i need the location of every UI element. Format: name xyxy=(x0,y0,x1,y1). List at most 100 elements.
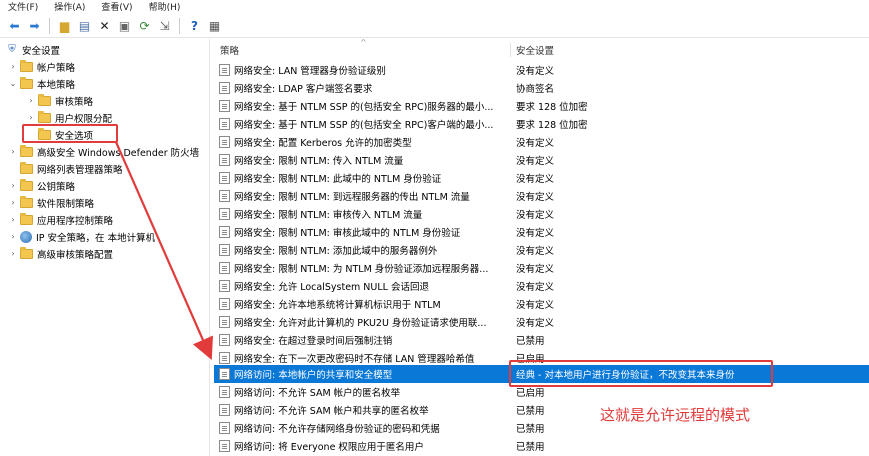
policy-name: 网络访问: 不允许 SAM 帐户和共享的匿名枚举 xyxy=(234,406,429,417)
tree-item-advanced-audit[interactable]: › 高级审核策略配置 xyxy=(8,245,113,262)
policy-name: 网络访问: 不允许存储网络身份验证的密码和凭据 xyxy=(234,424,440,435)
tree-item-local-policies[interactable]: ⌄ 本地策略 xyxy=(8,75,75,92)
tree-item-network-list-manager[interactable]: 网络列表管理器策略 xyxy=(8,160,123,177)
table-row[interactable]: 网络安全: 限制 NTLM: 为 NTLM 身份验证添加远程服务器... 没有定义 xyxy=(214,259,869,277)
table-row[interactable]: 网络访问: 不允许 SAM 帐户和共享的匿名枚举 已禁用 xyxy=(214,401,869,419)
show-hide-tree-icon[interactable]: ▤ xyxy=(76,17,93,34)
policy-setting: 没有定义 xyxy=(516,156,555,167)
chevron-right-icon[interactable]: › xyxy=(8,232,18,241)
folder-icon xyxy=(20,76,33,89)
menu-view[interactable]: 查看(V) xyxy=(101,0,132,13)
policy-icon xyxy=(219,154,230,166)
console-icon[interactable]: ▦ xyxy=(206,17,223,34)
network-globe-icon xyxy=(20,230,32,243)
policy-icon xyxy=(219,316,230,328)
table-row[interactable]: 网络安全: LDAP 客户端签名要求 协商签名 xyxy=(214,79,869,97)
chevron-down-icon[interactable]: ⌄ xyxy=(8,79,18,88)
table-row[interactable]: 网络安全: 允许 LocalSystem NULL 会话回退 没有定义 xyxy=(214,277,869,295)
chevron-right-icon[interactable]: › xyxy=(8,147,18,156)
table-row[interactable]: 网络访问: 将 Everyone 权限应用于匿名用户 已禁用 xyxy=(214,437,869,455)
chevron-right-icon[interactable]: › xyxy=(26,113,36,122)
export-icon[interactable]: ⇲ xyxy=(156,17,173,34)
table-row[interactable]: 网络安全: 允许对此计算机的 PKU2U 身份验证请求使用联... 没有定义 xyxy=(214,313,869,331)
back-icon[interactable]: ⬅ xyxy=(6,17,23,34)
table-row[interactable]: 网络安全: 允许本地系统将计算机标识用于 NTLM 没有定义 xyxy=(214,295,869,313)
policy-setting: 没有定义 xyxy=(516,192,555,203)
folder-icon xyxy=(20,59,33,72)
properties-icon[interactable]: ▣ xyxy=(116,17,133,34)
table-row[interactable]: 网络安全: 限制 NTLM: 传入 NTLM 流量 没有定义 xyxy=(214,151,869,169)
table-row[interactable]: 网络安全: 配置 Kerberos 允许的加密类型 没有定义 xyxy=(214,133,869,151)
tree-item-defender-firewall[interactable]: › 高级安全 Windows Defender 防火墙 xyxy=(8,143,199,160)
tree-item-app-control[interactable]: › 应用程序控制策略 xyxy=(8,211,113,228)
tree-label: 用户权限分配 xyxy=(55,113,113,125)
policy-icon xyxy=(219,190,230,202)
table-row[interactable]: 网络安全: 限制 NTLM: 添加此域中的服务器例外 没有定义 xyxy=(214,241,869,259)
annotation-text: 这就是允许远程的模式 xyxy=(600,406,751,424)
tree-label: 审核策略 xyxy=(55,96,94,108)
policy-setting: 协商签名 xyxy=(516,84,555,95)
policy-setting: 已禁用 xyxy=(516,442,545,453)
tree-item-ip-security[interactable]: › IP 安全策略，在 本地计算机 xyxy=(8,228,155,245)
tree-item-software-restriction[interactable]: › 软件限制策略 xyxy=(8,194,94,211)
sort-up-icon: ^ xyxy=(360,39,367,47)
tree-root-security-settings[interactable]: ⛨ 安全设置 xyxy=(4,41,60,58)
tree-label: 公钥策略 xyxy=(37,181,76,193)
policy-name: 网络安全: 限制 NTLM: 审核此域中的 NTLM 身份验证 xyxy=(234,228,461,239)
tree-item-account-policies[interactable]: › 帐户策略 xyxy=(8,58,75,75)
chevron-right-icon[interactable]: › xyxy=(8,249,18,258)
toolbar: ⬅ ➡ ▆ ▤ ✕ ▣ ⟳ ⇲ ? ▦ xyxy=(0,14,869,38)
menu-action[interactable]: 操作(A) xyxy=(54,0,85,13)
shield-icon: ⛨ xyxy=(8,44,16,55)
delete-icon[interactable]: ✕ xyxy=(96,17,113,34)
tree-item-audit-policy[interactable]: › 审核策略 xyxy=(26,92,93,109)
refresh-icon[interactable]: ⟳ xyxy=(136,17,153,34)
policy-list: ^ 策略 安全设置 网络安全: LAN 管理器身份验证级别 没有定义 网络安全: … xyxy=(214,39,869,456)
tree-label: 帐户策略 xyxy=(37,62,76,74)
table-row[interactable]: 网络访问: 不允许存储网络身份验证的密码和凭据 已禁用 xyxy=(214,419,869,437)
policy-icon xyxy=(219,208,230,220)
table-row[interactable]: 网络安全: 限制 NTLM: 审核此域中的 NTLM 身份验证 没有定义 xyxy=(214,223,869,241)
table-row[interactable]: 网络安全: 基于 NTLM SSP 的(包括安全 RPC)客户端的最小... 要求… xyxy=(214,115,869,133)
policy-icon xyxy=(219,172,230,184)
column-header-setting[interactable]: 安全设置 xyxy=(516,41,554,59)
policy-name: 网络安全: 限制 NTLM: 此域中的 NTLM 身份验证 xyxy=(234,174,442,185)
column-header-policy[interactable]: 策略 xyxy=(220,41,239,59)
table-row[interactable]: 网络安全: 限制 NTLM: 到远程服务器的传出 NTLM 流量 没有定义 xyxy=(214,187,869,205)
menu-help[interactable]: 帮助(H) xyxy=(149,0,181,13)
up-folder-icon[interactable]: ▆ xyxy=(56,17,73,34)
table-row[interactable]: 网络安全: 基于 NTLM SSP 的(包括安全 RPC)服务器的最小... 要求… xyxy=(214,97,869,115)
policy-name: 网络安全: 限制 NTLM: 传入 NTLM 流量 xyxy=(234,156,404,167)
table-row[interactable]: 网络安全: 限制 NTLM: 此域中的 NTLM 身份验证 没有定义 xyxy=(214,169,869,187)
chevron-right-icon[interactable]: › xyxy=(8,215,18,224)
tree-label: 高级安全 Windows Defender 防火墙 xyxy=(37,147,200,159)
chevron-right-icon[interactable]: › xyxy=(26,96,36,105)
policy-icon xyxy=(219,64,230,76)
table-row[interactable]: 网络安全: 限制 NTLM: 审核传入 NTLM 流量 没有定义 xyxy=(214,205,869,223)
menu-bar: 文件(F) 操作(A) 查看(V) 帮助(H) xyxy=(0,0,869,13)
toolbar-separator xyxy=(49,17,50,34)
chevron-right-icon[interactable]: › xyxy=(8,62,18,71)
tree-label: 安全设置 xyxy=(22,45,61,57)
table-row[interactable]: 网络安全: LAN 管理器身份验证级别 没有定义 xyxy=(214,61,869,79)
policy-name: 网络安全: LAN 管理器身份验证级别 xyxy=(234,66,386,77)
folder-icon xyxy=(20,212,33,225)
policy-icon xyxy=(219,422,230,434)
tree-label: 高级审核策略配置 xyxy=(37,249,114,261)
policy-setting: 已启用 xyxy=(516,388,545,399)
list-header: ^ 策略 安全设置 xyxy=(214,39,869,59)
chevron-right-icon[interactable]: › xyxy=(8,198,18,207)
policy-name: 网络安全: 允许对此计算机的 PKU2U 身份验证请求使用联... xyxy=(234,318,487,329)
tree-label: 网络列表管理器策略 xyxy=(37,164,123,176)
folder-icon xyxy=(20,195,33,208)
help-icon[interactable]: ? xyxy=(186,17,203,34)
tree-item-public-key-policies[interactable]: › 公钥策略 xyxy=(8,177,75,194)
policy-setting: 没有定义 xyxy=(516,264,555,275)
policy-icon xyxy=(219,368,230,380)
table-row[interactable]: 网络安全: 在超过登录时间后强制注销 已禁用 xyxy=(214,331,869,349)
chevron-right-icon[interactable]: › xyxy=(8,181,18,190)
column-divider[interactable] xyxy=(510,43,511,57)
forward-icon[interactable]: ➡ xyxy=(26,17,43,34)
menu-file[interactable]: 文件(F) xyxy=(8,0,38,13)
policy-name: 网络安全: 基于 NTLM SSP 的(包括安全 RPC)服务器的最小... xyxy=(234,102,494,113)
